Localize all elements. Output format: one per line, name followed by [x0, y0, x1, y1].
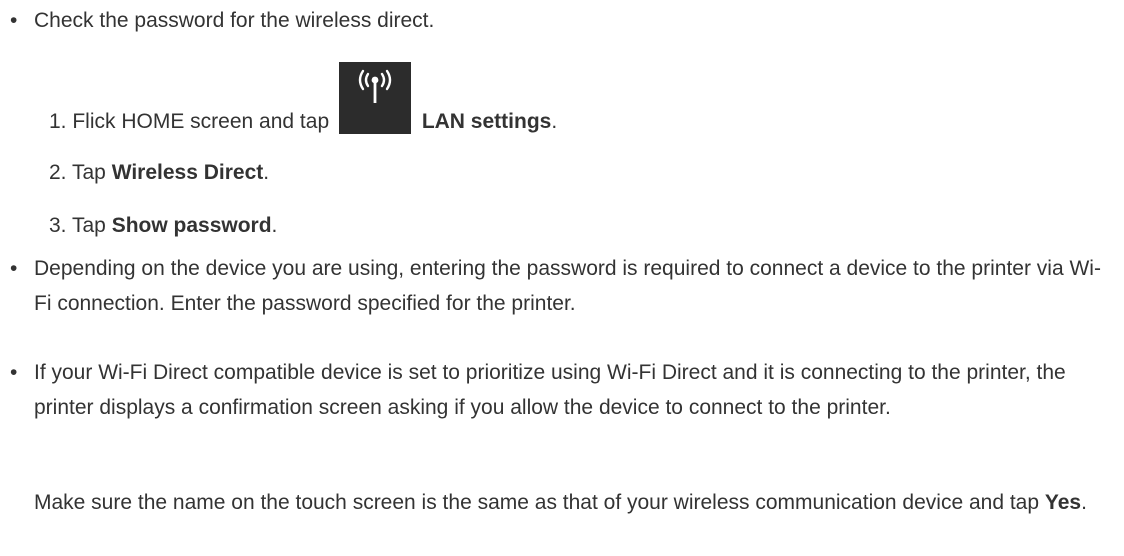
wireless-direct-label: Wireless Direct [111, 161, 264, 184]
step-3: 3. Tap Show password. [49, 213, 277, 239]
bullet-marker: • [10, 361, 18, 384]
bullet-marker: • [10, 257, 18, 280]
step-1: 1. Flick HOME screen and tap LAN setting… [49, 62, 557, 135]
confirm-note: Make sure the name on the touch screen i… [34, 485, 1116, 520]
step-text: Flick HOME screen and tap [72, 110, 330, 133]
bullet-password-required: • Depending on the device you are using,… [10, 251, 1116, 321]
bullet-text: Depending on the device you are using, e… [34, 257, 1101, 315]
lan-settings-label: LAN settings [421, 110, 552, 133]
wireless-antenna-icon [338, 62, 411, 134]
step-text: Tap [71, 214, 106, 237]
bullet-wifi-direct-priority: • If your Wi-Fi Direct compatible device… [10, 355, 1116, 425]
step-suffix: . [551, 110, 558, 133]
step-suffix: . [263, 161, 270, 184]
note-text: Make sure the name on the touch screen i… [34, 491, 1040, 514]
bullet-text: Check the password for the wireless dire… [34, 9, 435, 32]
step-number: 2. [49, 161, 67, 184]
step-number: 1. [49, 110, 67, 133]
bullet-marker: • [10, 9, 18, 32]
step-2: 2. Tap Wireless Direct. [49, 160, 269, 186]
step-number: 3. [49, 214, 67, 237]
help-page: • Check the password for the wireless di… [0, 0, 1124, 556]
show-password-label: Show password [111, 214, 272, 237]
step-text: Tap [71, 161, 106, 184]
yes-label: Yes [1044, 491, 1082, 514]
bullet-check-password: • Check the password for the wireless di… [10, 3, 1116, 38]
step-suffix: . [271, 214, 278, 237]
note-suffix: . [1081, 491, 1087, 514]
bullet-text: If your Wi-Fi Direct compatible device i… [34, 361, 1066, 419]
